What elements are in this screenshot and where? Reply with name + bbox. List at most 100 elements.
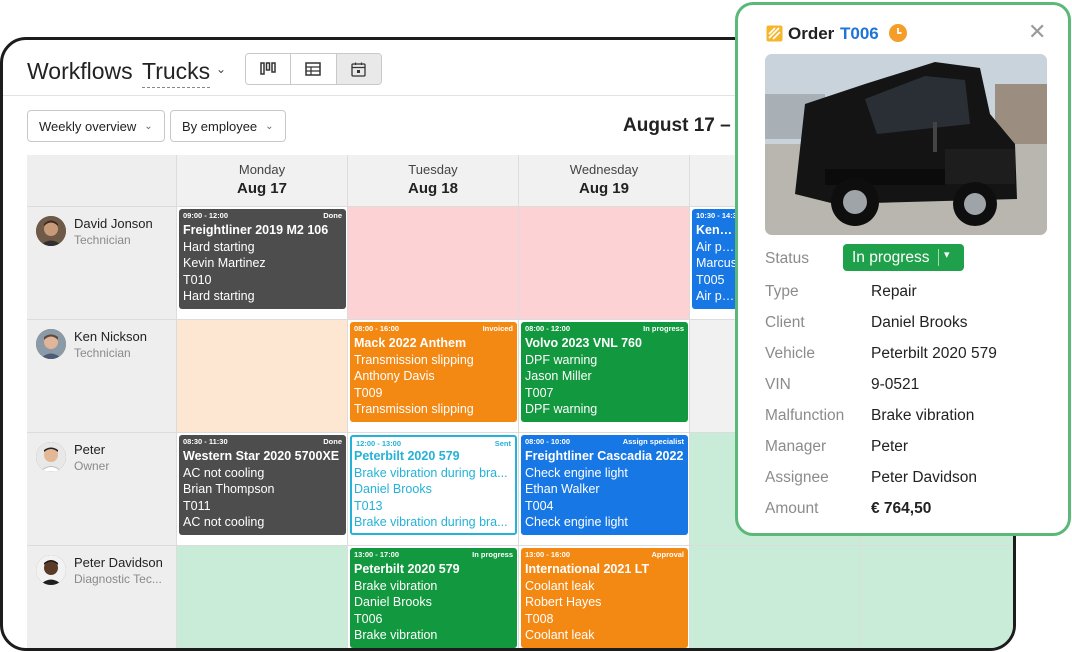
employee-role: Technician [74,346,131,360]
field-label: Client [765,314,805,331]
card-vehicle: Mack 2022 Anthem [354,336,467,350]
employee-row-header[interactable]: Peter Owner [27,432,177,545]
card-order-id: T005 [696,272,725,287]
card-vehicle: Western Star 2020 5700XE [183,449,340,463]
date-range: August 17 – 2 [623,115,747,136]
field-label: Assignee [765,469,829,486]
card-time: 09:00 - 12:00 [183,211,229,220]
card-order-id: T008 [525,611,554,626]
field-label: Manager [765,438,827,455]
calendar-cell[interactable] [348,206,519,319]
field-label: Malfunction [765,407,845,424]
field-type: Type Repair [765,283,1055,307]
card-order-id: T010 [183,272,212,287]
employee-row-header[interactable]: David Jonson Technician [27,206,177,319]
card-note: DPF warning [525,402,598,417]
order-card-t008[interactable]: 13:00 - 16:00 Approval International 202… [521,548,688,648]
calendar-view-button[interactable] [336,54,381,84]
table-icon [305,62,322,76]
field-value: Peter [871,438,909,455]
day-header-wednesday: Wednesday Aug 19 [519,155,690,206]
card-vehicle: Kenworth [696,223,738,237]
field-assignee: Assignee Peter Davidson [765,469,1055,493]
day-name: Tuesday [408,162,458,177]
order-card-t011[interactable]: 08:30 - 11:30 Done Western Star 2020 570… [179,435,346,535]
divider [938,249,939,266]
card-status: Done [323,211,342,220]
calendar-cell[interactable] [861,545,1013,648]
field-vehicle: Vehicle Peterbilt 2020 579 [765,345,1055,369]
field-label: VIN [765,376,791,393]
employee-name: Ken Nickson [74,329,147,344]
board-view-button[interactable] [246,54,292,84]
avatar [36,329,66,359]
calendar-cell[interactable] [177,545,348,648]
table-view-button[interactable] [291,54,337,84]
field-value: Brake vibration [871,407,975,424]
order-card-t007[interactable]: 08:00 - 12:00 In progress Volvo 2023 VNL… [521,322,688,422]
field-vin: VIN 9-0521 [765,376,1055,400]
card-client: Daniel Brooks [354,595,432,610]
order-icon [766,25,783,42]
field-label: Vehicle [765,345,815,362]
field-client: Client Daniel Brooks [765,314,1055,338]
period-filter-label: Weekly overview [39,118,137,134]
period-filter[interactable]: Weekly overview ⌄ [27,110,165,142]
card-order-id: T009 [354,385,383,400]
card-malfunction: Hard starting [183,239,255,254]
group-filter[interactable]: By employee ⌄ [170,110,286,142]
card-malfunction: Brake vibration [354,578,438,593]
order-card-t009[interactable]: 08:00 - 16:00 Invoiced Mack 2022 Anthem … [350,322,517,422]
employee-role: Diagnostic Tec... [74,572,162,586]
field-value: Daniel Brooks [871,314,968,331]
field-value: Peterbilt 2020 579 [871,345,997,362]
card-malfunction: Coolant leak [525,578,595,593]
order-popup: Order T006 ✕ Status In progress ▾ Type R… [735,2,1071,536]
calendar-cell[interactable] [177,319,348,432]
field-label: Type [765,283,799,300]
employee-row-header[interactable]: Ken Nickson Technician [27,319,177,432]
employee-row-header[interactable]: Peter Davidson Diagnostic Tec... [27,545,177,648]
card-client: Brian Thompson [183,482,275,497]
chevron-down-icon: ▾ [944,249,950,261]
order-id-link[interactable]: T006 [840,24,879,44]
card-malfunction: Air pres [696,239,738,254]
card-status: Assign specialist [622,437,684,446]
calendar-cell[interactable] [690,545,861,648]
chevron-down-icon[interactable]: ⌄ [216,62,226,76]
day-header-tuesday: Tuesday Aug 18 [348,155,519,206]
card-status: In progress [643,324,684,333]
order-card-t004[interactable]: 08:00 - 10:00 Assign specialist Freightl… [521,435,688,535]
card-time: 08:30 - 11:30 [183,437,228,446]
card-vehicle: Peterbilt 2020 579 [354,562,460,576]
card-order-id: T006 [354,611,383,626]
close-icon[interactable]: ✕ [1028,19,1046,45]
card-note: Coolant leak [525,628,595,643]
card-order-id: T004 [525,498,554,513]
card-malfunction: Brake vibration during bra... [354,465,508,480]
card-note: Hard starting [183,289,255,304]
field-value: Repair [871,283,917,300]
card-time: 13:00 - 16:00 [525,550,571,559]
order-card-t006[interactable]: 13:00 - 17:00 In progress Peterbilt 2020… [350,548,517,648]
card-vehicle: Freightliner 2019 M2 106 [183,223,329,237]
card-note: Transmission slipping [354,402,474,417]
clock-icon [889,24,907,42]
vehicle-photo [765,54,1047,235]
board-selector[interactable]: Trucks [142,58,211,88]
kanban-icon [260,62,276,75]
field-value: € 764,50 [871,500,932,517]
calendar-cell[interactable] [519,206,690,319]
card-malfunction: DPF warning [525,352,598,367]
avatar [36,555,66,585]
order-card-t013[interactable]: 12:00 - 13:00 Sent Peterbilt 2020 579 Br… [350,435,517,535]
field-manager: Manager Peter [765,438,1055,462]
order-card-t010[interactable]: 09:00 - 12:00 Done Freightliner 2019 M2 … [179,209,346,309]
card-order-id: T007 [525,385,554,400]
day-date: Aug 19 [578,180,629,197]
avatar [36,216,66,246]
card-client: Robert Hayes [525,595,602,610]
field-amount: Amount € 764,50 [765,500,1055,524]
employee-name: Peter Davidson [74,555,163,570]
status-dropdown[interactable]: In progress ▾ [843,244,964,271]
